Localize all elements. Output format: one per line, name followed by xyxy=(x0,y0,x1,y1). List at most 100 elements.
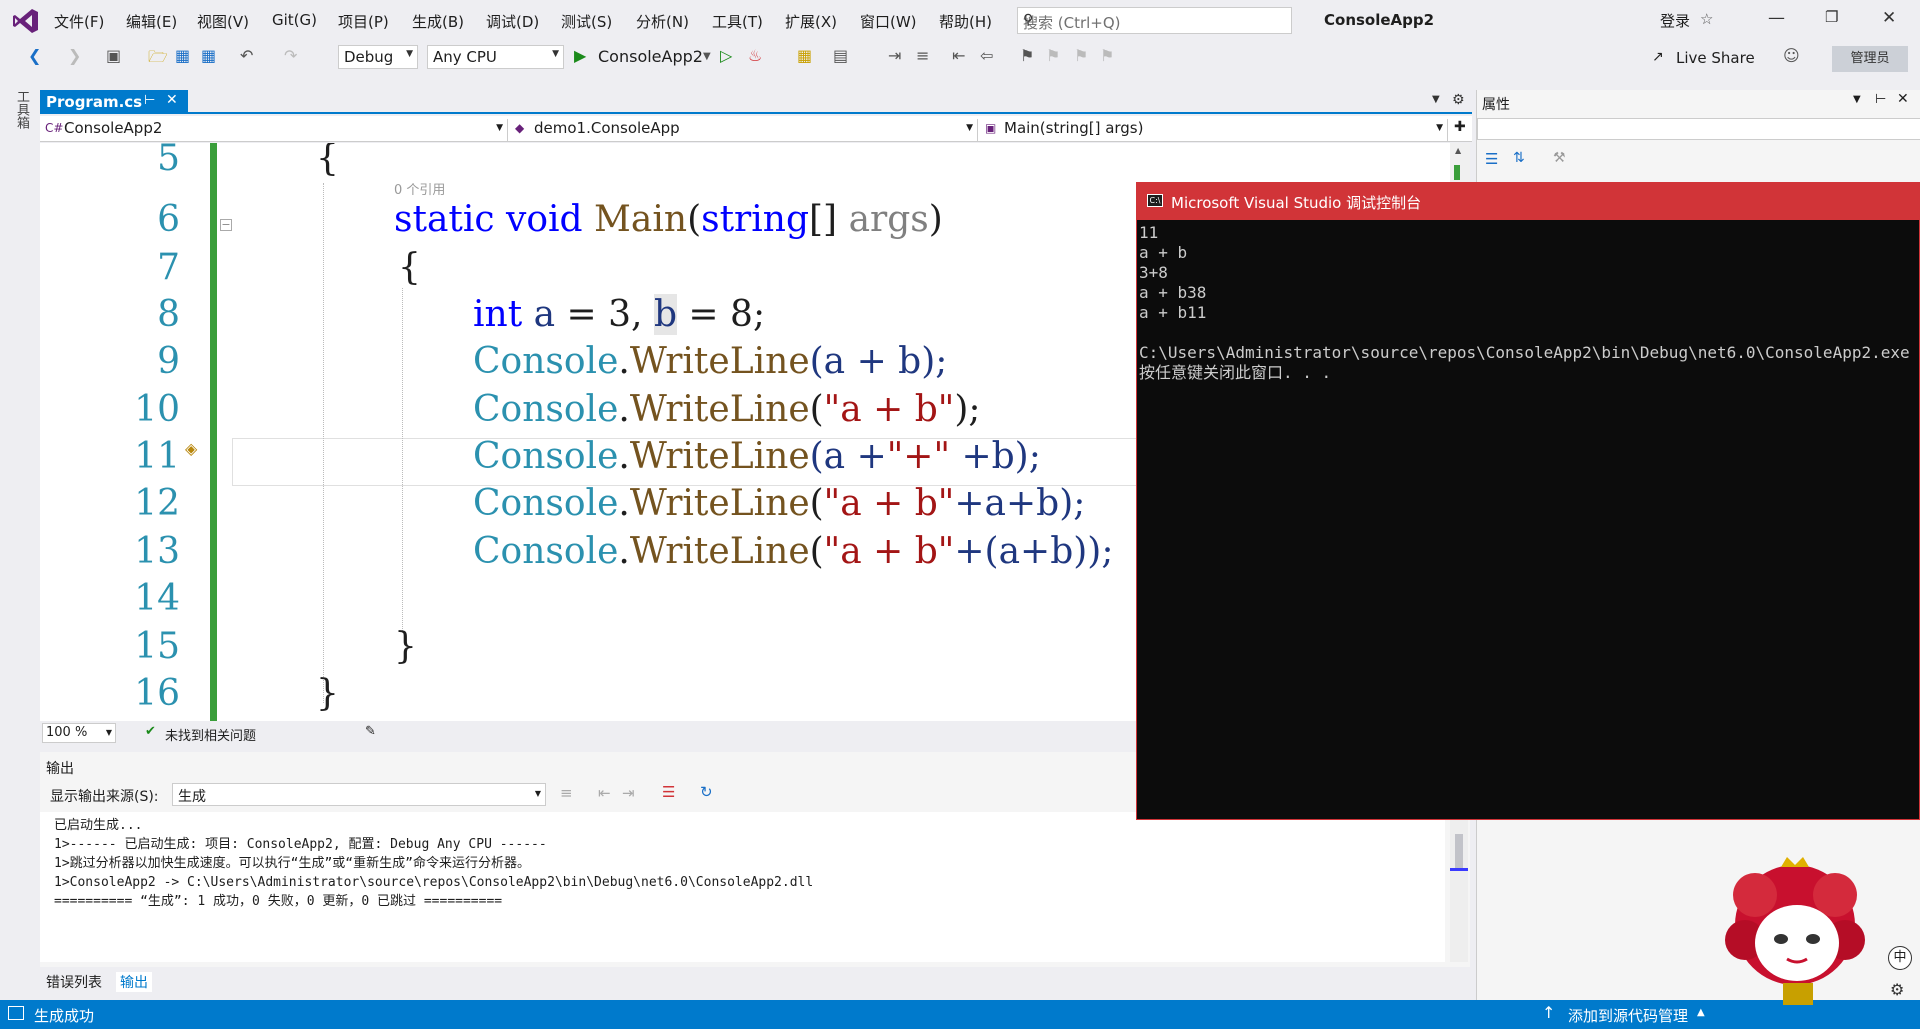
outdent-icon[interactable]: ⇦ xyxy=(980,46,993,65)
menu-project[interactable]: 项目(P) xyxy=(338,11,389,32)
restore-icon[interactable]: ❐ xyxy=(1825,8,1838,26)
format-icon[interactable]: ≡ xyxy=(916,46,929,65)
new-project-icon[interactable]: ▣ xyxy=(106,46,121,65)
close-window-icon[interactable]: ✕ xyxy=(1882,8,1896,28)
output-window-icon[interactable] xyxy=(8,1006,24,1020)
ime-indicator-icon[interactable]: 中 xyxy=(1888,946,1912,970)
admin-badge: 管理员 xyxy=(1832,46,1908,72)
close-icon[interactable]: ✕ xyxy=(1897,91,1909,107)
search-input[interactable]: 搜索 (Ctrl+Q) ⚲ xyxy=(1017,7,1292,34)
tab-program-cs[interactable]: Program.cs ⊢ ✕ xyxy=(40,90,188,114)
visual-studio-logo[interactable] xyxy=(12,7,40,35)
hot-reload-icon[interactable]: ♨ xyxy=(748,46,762,65)
lightbulb-icon[interactable]: ◈ xyxy=(185,439,197,458)
chevron-up-icon[interactable]: ▲ xyxy=(1455,146,1461,155)
console-output[interactable]: 11 a + b 3+8 a + b38 a + b11 C:\Users\Adminis… xyxy=(1139,223,1919,813)
code-cleanup-icon[interactable]: ✎ xyxy=(365,724,376,739)
menu-file[interactable]: 文件(F) xyxy=(54,11,104,32)
chevron-down-icon[interactable]: ▼ xyxy=(1853,94,1861,105)
solution-explorer-icon[interactable]: ▦ xyxy=(797,46,812,65)
member-dropdown[interactable]: ▣ Main(string[] args) ▼ xyxy=(982,119,1448,141)
output-scrollbar[interactable] xyxy=(1450,812,1468,962)
line-number: 14 xyxy=(134,578,180,619)
class-dropdown[interactable]: ◆ demo1.ConsoleApp ▼ xyxy=(512,119,978,141)
tab-list-icon[interactable]: ▼ xyxy=(1432,94,1440,105)
alphabetical-icon[interactable]: ⇅ xyxy=(1513,150,1525,166)
bookmark-icon[interactable]: ⚑ xyxy=(1020,46,1034,65)
menu-analyze[interactable]: 分析(N) xyxy=(636,11,689,32)
properties-object-select[interactable] xyxy=(1477,118,1920,140)
prev-bookmark-icon[interactable]: ⚑ xyxy=(1046,46,1060,65)
toolbox-strip[interactable]: 工具箱 xyxy=(0,84,34,1004)
pin-icon[interactable]: ⊢ xyxy=(144,93,155,108)
indent-guide xyxy=(323,183,324,703)
toolbox-label[interactable]: 工具箱 xyxy=(12,90,31,129)
indent-icon[interactable]: ⇤ xyxy=(952,46,965,65)
live-share-icon[interactable]: ↗ xyxy=(1652,49,1664,65)
chevron-up-icon[interactable]: ▲ xyxy=(1697,1007,1705,1018)
navigation-bar: C# ConsoleApp2 ▼ ◆ demo1.ConsoleApp ▼ ▣ … xyxy=(40,116,1472,142)
close-tab-icon[interactable]: ✕ xyxy=(166,92,178,108)
login-link[interactable]: 登录 xyxy=(1660,10,1690,31)
start-without-debug-icon[interactable]: ▷ xyxy=(720,46,732,65)
categorized-icon[interactable]: ☰ xyxy=(1485,150,1498,168)
output-text[interactable]: 已启动生成... 1>------ 已启动生成: 项目: ConsoleApp2,… xyxy=(40,812,1445,962)
wrench-icon[interactable]: ⚒ xyxy=(1553,150,1566,166)
find-message-icon[interactable]: ≡ xyxy=(560,784,573,802)
menu-debug[interactable]: 调试(D) xyxy=(486,11,539,32)
source-control-button[interactable]: 添加到源代码管理 xyxy=(1568,1005,1688,1026)
live-share-button[interactable]: Live Share xyxy=(1676,49,1755,67)
menu-window[interactable]: 窗口(W) xyxy=(860,11,917,32)
menu-help[interactable]: 帮助(H) xyxy=(939,11,992,32)
account-icon[interactable]: ☆ xyxy=(1700,10,1713,28)
forward-icon[interactable]: ❯ xyxy=(68,46,81,65)
clear-bookmarks-icon[interactable]: ⚑ xyxy=(1100,46,1114,65)
feedback-icon[interactable]: ☺ xyxy=(1783,46,1800,65)
pin-icon[interactable]: ⊢ xyxy=(1875,92,1886,107)
menu-build[interactable]: 生成(B) xyxy=(412,11,464,32)
redo-icon[interactable]: ↷ xyxy=(284,46,297,65)
open-folder-icon[interactable]: 🗁 xyxy=(148,46,168,73)
menu-git[interactable]: Git(G) xyxy=(272,11,317,29)
save-all-icon[interactable]: ▦ xyxy=(201,46,216,65)
reference-count-hint[interactable]: 0 个引用 xyxy=(394,179,445,198)
save-icon[interactable]: ▦ xyxy=(175,46,190,65)
chevron-down-icon: ▼ xyxy=(105,728,112,737)
prev-message-icon[interactable]: ⇤ xyxy=(598,784,611,802)
console-title-bar[interactable]: C:\ Microsoft Visual Studio 调试控制台 xyxy=(1137,183,1920,220)
chevron-down-icon[interactable]: ▼ xyxy=(703,51,711,62)
zoom-select[interactable]: 100 % ▼ xyxy=(42,723,116,743)
next-bookmark-icon[interactable]: ⚑ xyxy=(1074,46,1088,65)
issues-label[interactable]: 未找到相关问题 xyxy=(165,725,256,744)
menu-extensions[interactable]: 扩展(X) xyxy=(785,11,837,32)
menu-tools[interactable]: 工具(T) xyxy=(712,11,763,32)
scroll-thumb[interactable] xyxy=(1455,834,1463,869)
config-select[interactable]: Debug ▼ xyxy=(338,45,418,69)
settings-icon[interactable]: ⚙ xyxy=(1452,92,1465,108)
menu-view[interactable]: 视图(V) xyxy=(197,11,249,32)
back-icon[interactable]: ❮ xyxy=(28,46,41,65)
step-icon[interactable]: ⇥ xyxy=(888,46,901,65)
run-target-button[interactable]: ConsoleApp2 xyxy=(598,47,703,66)
menu-edit[interactable]: 编辑(E) xyxy=(126,11,177,32)
project-dropdown[interactable]: C# ConsoleApp2 ▼ xyxy=(42,119,508,141)
layout-icon[interactable]: ▤ xyxy=(833,46,848,65)
platform-select[interactable]: Any CPU ▼ xyxy=(427,45,564,69)
collapse-toggle[interactable]: − xyxy=(220,219,232,231)
line-number: 7 xyxy=(157,247,180,288)
next-message-icon[interactable]: ⇥ xyxy=(622,784,635,802)
tab-output[interactable]: 输出 xyxy=(116,972,152,992)
minimize-icon[interactable]: — xyxy=(1768,8,1785,28)
ime-settings-icon[interactable]: ⚙ xyxy=(1890,980,1904,999)
tab-error-list[interactable]: 错误列表 xyxy=(46,972,102,992)
output-source-select[interactable]: 生成 ▼ xyxy=(172,783,546,806)
start-debug-icon[interactable]: ▶ xyxy=(574,46,586,65)
debug-console-window[interactable]: C:\ Microsoft Visual Studio 调试控制台 11 a + … xyxy=(1136,182,1920,820)
word-wrap-icon[interactable]: ↻ xyxy=(700,783,713,801)
clear-all-icon[interactable]: ☰ xyxy=(662,783,675,801)
app-title: ConsoleApp2 xyxy=(1324,11,1435,29)
menu-test[interactable]: 测试(S) xyxy=(561,11,612,32)
zoom-value: 100 % xyxy=(46,725,88,740)
undo-icon[interactable]: ↶ xyxy=(240,46,253,65)
split-icon[interactable]: ✚ xyxy=(1454,119,1466,135)
